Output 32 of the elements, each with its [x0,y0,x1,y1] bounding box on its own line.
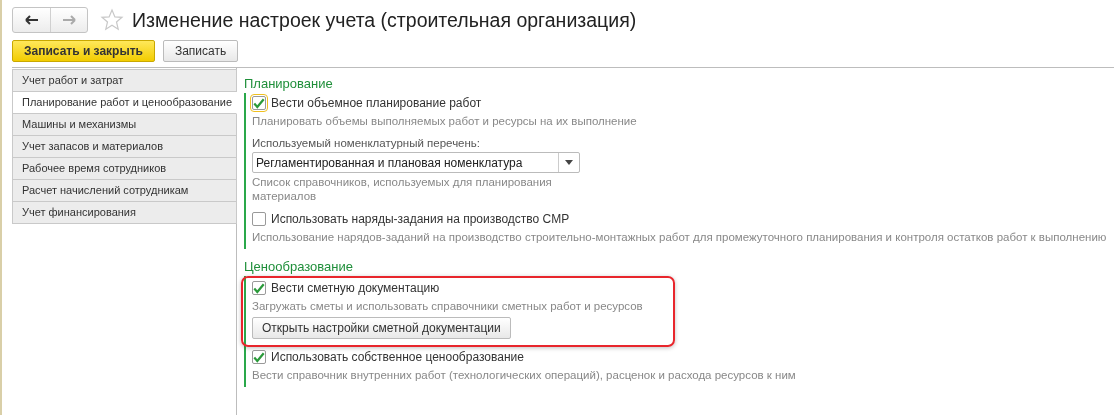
sidebar-item[interactable]: Учет работ и затрат [12,69,237,92]
save-and-close-button[interactable]: Записать и закрыть [12,40,155,62]
group-title: Планирование [244,76,334,91]
checkbox[interactable] [252,350,266,364]
hint-text: Планировать объемы выполняемых работ и ресурсы на их выполнение [252,115,638,127]
checkbox-label: Вести объемное планирование работ [271,96,482,110]
checkbox-label: Использовать собственное ценообразование [271,350,524,364]
hint-text: Список справочников, используемых для планирования материалов [252,175,552,203]
dropdown-field[interactable]: Регламентированная и плановая номенклатура [252,152,580,173]
sidebar-item[interactable]: Учет финансирования [12,202,237,224]
sidebar-item[interactable]: Расчет начислений сотрудникам [12,180,237,202]
save-button[interactable]: Записать [162,40,239,62]
sidebar-item[interactable]: Машины и механизмы [12,114,237,136]
window-title: Изменение настроек учета (строительная организация) [132,8,637,32]
group-title: Ценообразование [244,259,354,274]
checkbox[interactable] [252,281,266,295]
checkbox[interactable] [252,96,266,110]
hint-text: Вести справочник внутренних работ (технологических операций), расценок и расхода ресурсов к ним [252,369,797,381]
caret-icon [565,160,573,165]
sidebar-item[interactable]: Учет запасов и материалов [12,136,237,158]
hint-text: Загружать сметы и использовать справочники сметных работ и ресурсов [252,300,643,312]
arrow-right-icon [62,15,76,25]
sidebar-item[interactable]: Рабочее время сотрудников [12,158,237,180]
sidebar-item[interactable]: Планирование работ и ценообразование [12,92,237,114]
hint-text: Использование нарядов-заданий на производство строительно-монтажных работ для промежуточного планирования и контроля остатков работ к выполнению [252,231,1108,243]
checkbox[interactable] [252,212,266,226]
arrow-left-icon [24,15,39,25]
star-icon[interactable] [100,8,124,32]
checkbox-label: Вести сметную документацию [271,281,440,295]
checkbox-label: Использовать наряды-задания на производство СМР [271,212,570,226]
field-label: Используемый номенклатурный перечень: [252,137,482,149]
open-settings-button[interactable]: Открыть настройки сметной документации [252,317,511,339]
